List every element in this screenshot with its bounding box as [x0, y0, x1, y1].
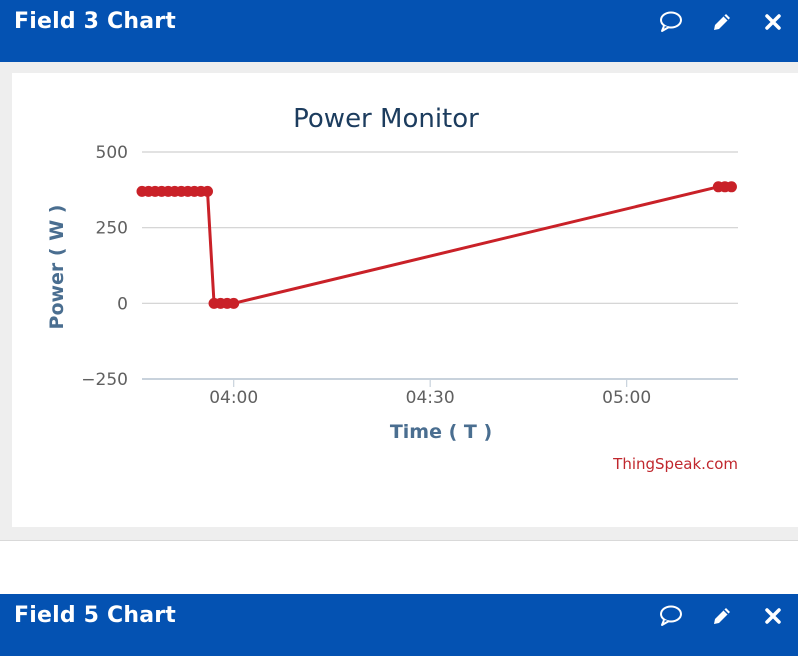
close-icon[interactable]: [760, 10, 786, 34]
x-tick-label: 05:00: [602, 388, 651, 408]
pencil-icon[interactable]: [709, 10, 735, 34]
y-axis-label: Power ( W ): [46, 205, 68, 330]
comment-icon[interactable]: [658, 10, 684, 34]
series-line: [142, 185, 732, 305]
chart-area: 500 250 0 −250 04:00 04:30 05:00 Power Monito…: [12, 73, 798, 527]
x-tick-label: 04:30: [406, 388, 455, 408]
power-monitor-chart: 500 250 0 −250 04:00 04:30 05:00 Power Monito…: [46, 104, 738, 473]
x-tick-label: 04:00: [209, 388, 258, 408]
chart-credit[interactable]: ThingSpeak.com: [612, 455, 738, 473]
panel-title: Field 3 Chart: [14, 9, 177, 34]
y-tick-label: 250: [96, 219, 128, 239]
data-point: [228, 297, 240, 309]
y-tick-label: 0: [117, 294, 128, 314]
y-tick-label: −250: [81, 370, 128, 390]
x-axis-label: Time ( T ): [390, 421, 492, 443]
data-point: [725, 181, 737, 193]
panel-title: Field 5 Chart: [14, 603, 177, 628]
y-tick-label: 500: [96, 143, 128, 163]
pencil-icon[interactable]: [709, 604, 735, 628]
field-5-chart-header: Field 5 Chart: [0, 594, 798, 656]
data-point: [201, 185, 213, 197]
close-icon[interactable]: [760, 604, 786, 628]
comment-icon[interactable]: [658, 604, 684, 628]
chart-title: Power Monitor: [293, 104, 479, 134]
field-3-chart-header: Field 3 Chart: [0, 0, 798, 62]
chart-panel: 500 250 0 −250 04:00 04:30 05:00 Power Monito…: [0, 62, 798, 541]
